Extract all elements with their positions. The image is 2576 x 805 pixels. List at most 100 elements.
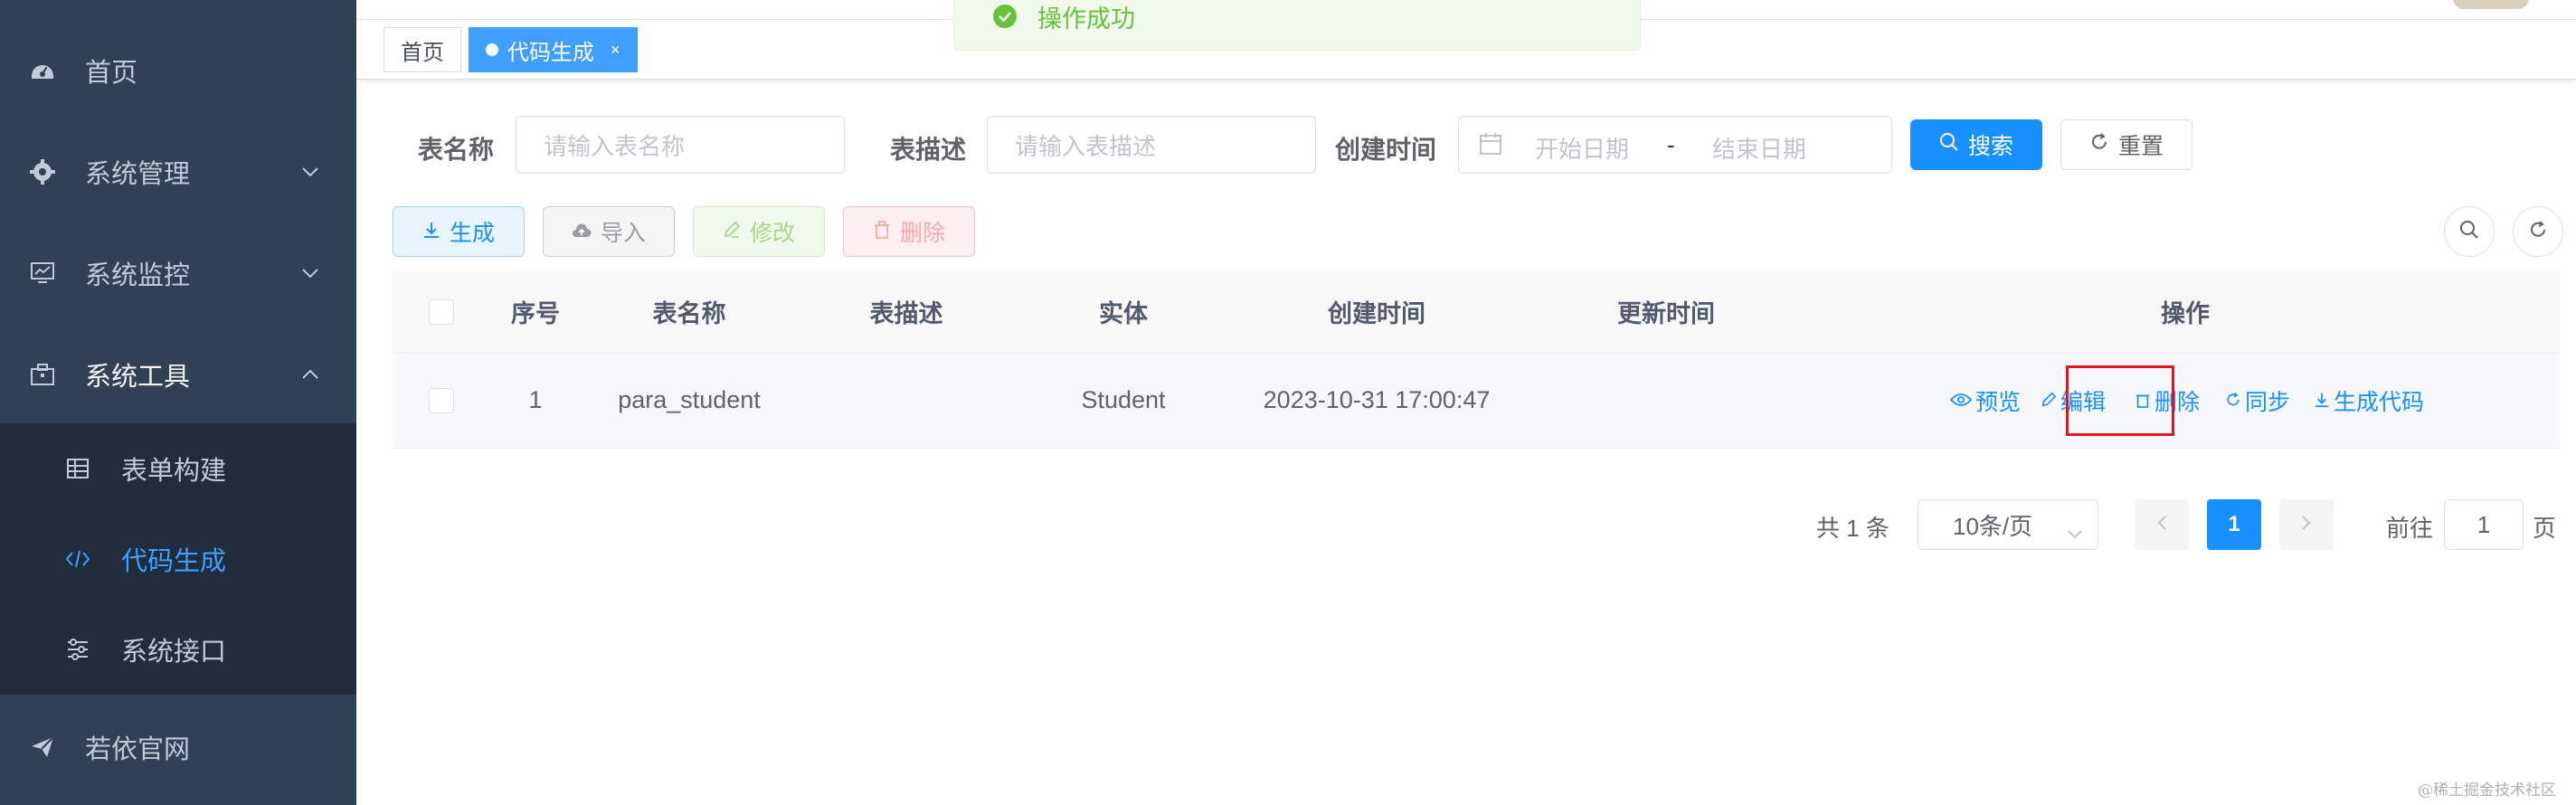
monitor-icon	[29, 260, 56, 287]
calendar-icon	[1479, 132, 1504, 157]
start-date-placeholder[interactable]: 开始日期	[1535, 131, 1629, 165]
header-cell: 序号	[511, 300, 560, 327]
send-icon	[29, 734, 56, 761]
sidebar-item-system-tools[interactable]: 系统工具	[0, 324, 356, 425]
table-name-input[interactable]: 请输入表名称	[516, 116, 845, 174]
chevron-down-icon	[2067, 518, 2083, 546]
create-time-label: 创建时间	[1335, 136, 1437, 164]
delete-button[interactable]: 删除	[843, 206, 975, 257]
close-icon[interactable]: ×	[611, 41, 620, 60]
header-cell: 创建时间	[1328, 300, 1425, 327]
goto-label: 前往	[2386, 515, 2434, 542]
reset-button-label: 重置	[2117, 134, 2164, 159]
refresh-icon	[2225, 388, 2241, 414]
row-checkbox[interactable]	[429, 387, 454, 413]
pagination-total: 共 1 条	[1816, 515, 1889, 542]
header-cell: 操作	[2161, 300, 2210, 327]
edit-button-label: 修改	[749, 221, 795, 246]
trash-icon	[873, 219, 891, 245]
search-icon	[1939, 132, 1959, 158]
table-header: 序号 表名称 表描述 实体 创建时间 更新时间 操作	[393, 271, 2560, 353]
header-cell: 更新时间	[1617, 300, 1715, 327]
page-size-value: 10条/页	[1953, 512, 2033, 540]
success-toast: 操作成功	[953, 0, 1641, 51]
table-name-label: 表名称	[418, 136, 495, 164]
prev-page-button[interactable]	[2135, 499, 2189, 550]
generate-button[interactable]: 生成	[393, 206, 525, 257]
chevron-down-icon	[300, 162, 320, 182]
page-size-select[interactable]: 10条/页	[1918, 499, 2098, 550]
tag-label: 首页	[401, 40, 444, 65]
cloud-upload-icon	[572, 219, 592, 245]
table-desc-input[interactable]: 请输入表描述	[987, 116, 1316, 174]
table-row[interactable]: 1 para_student Student 2023-10-31 17:00:…	[393, 353, 2560, 449]
tag-label: 代码生成	[507, 40, 594, 65]
row-entity: Student	[1081, 386, 1166, 413]
table-name-placeholder: 请输入表名称	[544, 132, 686, 160]
refresh-icon	[2528, 220, 2548, 244]
import-button[interactable]: 导入	[543, 206, 675, 257]
sidebar-item-ruoyi-site[interactable]: 若依官网	[0, 696, 356, 798]
tag-code-gen[interactable]: 代码生成 ×	[469, 27, 638, 72]
chevron-up-icon	[300, 365, 320, 384]
next-page-button[interactable]	[2279, 499, 2334, 550]
page-suffix: 页	[2533, 515, 2557, 542]
dashboard-icon	[29, 57, 56, 84]
search-button[interactable]: 搜索	[1910, 119, 2042, 170]
tag-home[interactable]: 首页	[384, 27, 461, 72]
delete-button-label: 删除	[899, 221, 945, 246]
sidebar-item-label: 系统管理	[85, 160, 191, 189]
sync-link[interactable]: 同步	[2225, 353, 2290, 449]
watermark: @稀土掘金技术社区	[2418, 781, 2556, 800]
gear-icon	[29, 158, 56, 185]
code-icon	[65, 546, 90, 572]
row-update-time	[1521, 353, 1811, 448]
page-number-button[interactable]: 1	[2207, 499, 2261, 550]
date-separator: -	[1667, 131, 1675, 158]
goto-page-input[interactable]: 1	[2444, 499, 2524, 550]
table-desc-placeholder: 请输入表描述	[1015, 132, 1157, 160]
sidebar-item-form-builder[interactable]: 表单构建	[0, 423, 356, 514]
row-create-time: 2023-10-31 17:00:47	[1263, 386, 1491, 413]
toolbox-icon	[29, 361, 56, 388]
avatar[interactable]	[2453, 0, 2529, 9]
row-select-cell	[393, 353, 490, 448]
table-grid-icon	[65, 456, 90, 481]
gen-code-link[interactable]: 生成代码	[2314, 353, 2424, 449]
generate-button-label: 生成	[449, 221, 495, 246]
sync-label: 同步	[2245, 390, 2291, 415]
toast-message: 操作成功	[1037, 5, 1135, 33]
sliders-icon	[65, 637, 90, 662]
refresh-table-button[interactable]	[2513, 206, 2563, 257]
search-button-label: 搜索	[1967, 134, 2013, 159]
import-button-label: 导入	[600, 221, 646, 246]
sidebar-item-code-gen[interactable]: 代码生成	[0, 514, 356, 604]
reset-button[interactable]: 重置	[2060, 119, 2192, 170]
chevron-left-icon	[2156, 512, 2167, 537]
sidebar-item-label: 代码生成	[121, 547, 227, 576]
header-cell: 表名称	[652, 300, 726, 327]
submenu-system-tools: 表单构建 代码生成 系统接口	[0, 423, 356, 695]
active-dot-icon	[486, 43, 498, 56]
edit-highlight-annotation	[2066, 365, 2174, 436]
sidebar-item-home[interactable]: 首页	[0, 20, 356, 121]
preview-link[interactable]: 预览	[1949, 353, 2022, 449]
sidebar-item-label: 表单构建	[121, 457, 227, 486]
preview-label: 预览	[1975, 390, 2022, 415]
goto-page-value: 1	[2477, 510, 2491, 538]
row-table-name: para_student	[618, 386, 761, 413]
toggle-search-button[interactable]	[2444, 206, 2495, 257]
refresh-icon	[2089, 132, 2109, 158]
search-icon	[2459, 220, 2479, 244]
sidebar-item-system-management[interactable]: 系统管理	[0, 121, 356, 223]
date-range-picker[interactable]: 开始日期 - 结束日期	[1458, 116, 1892, 174]
sidebar-item-system-monitor[interactable]: 系统监控	[0, 223, 356, 324]
select-all-cell	[393, 271, 490, 352]
eye-icon	[1949, 388, 1973, 414]
sidebar-item-system-api[interactable]: 系统接口	[0, 604, 356, 695]
select-all-checkbox[interactable]	[429, 298, 454, 325]
sidebar-item-label: 系统工具	[85, 363, 191, 392]
edit-button[interactable]: 修改	[693, 206, 825, 257]
end-date-placeholder[interactable]: 结束日期	[1712, 131, 1806, 165]
gen-code-label: 生成代码	[2334, 390, 2425, 415]
